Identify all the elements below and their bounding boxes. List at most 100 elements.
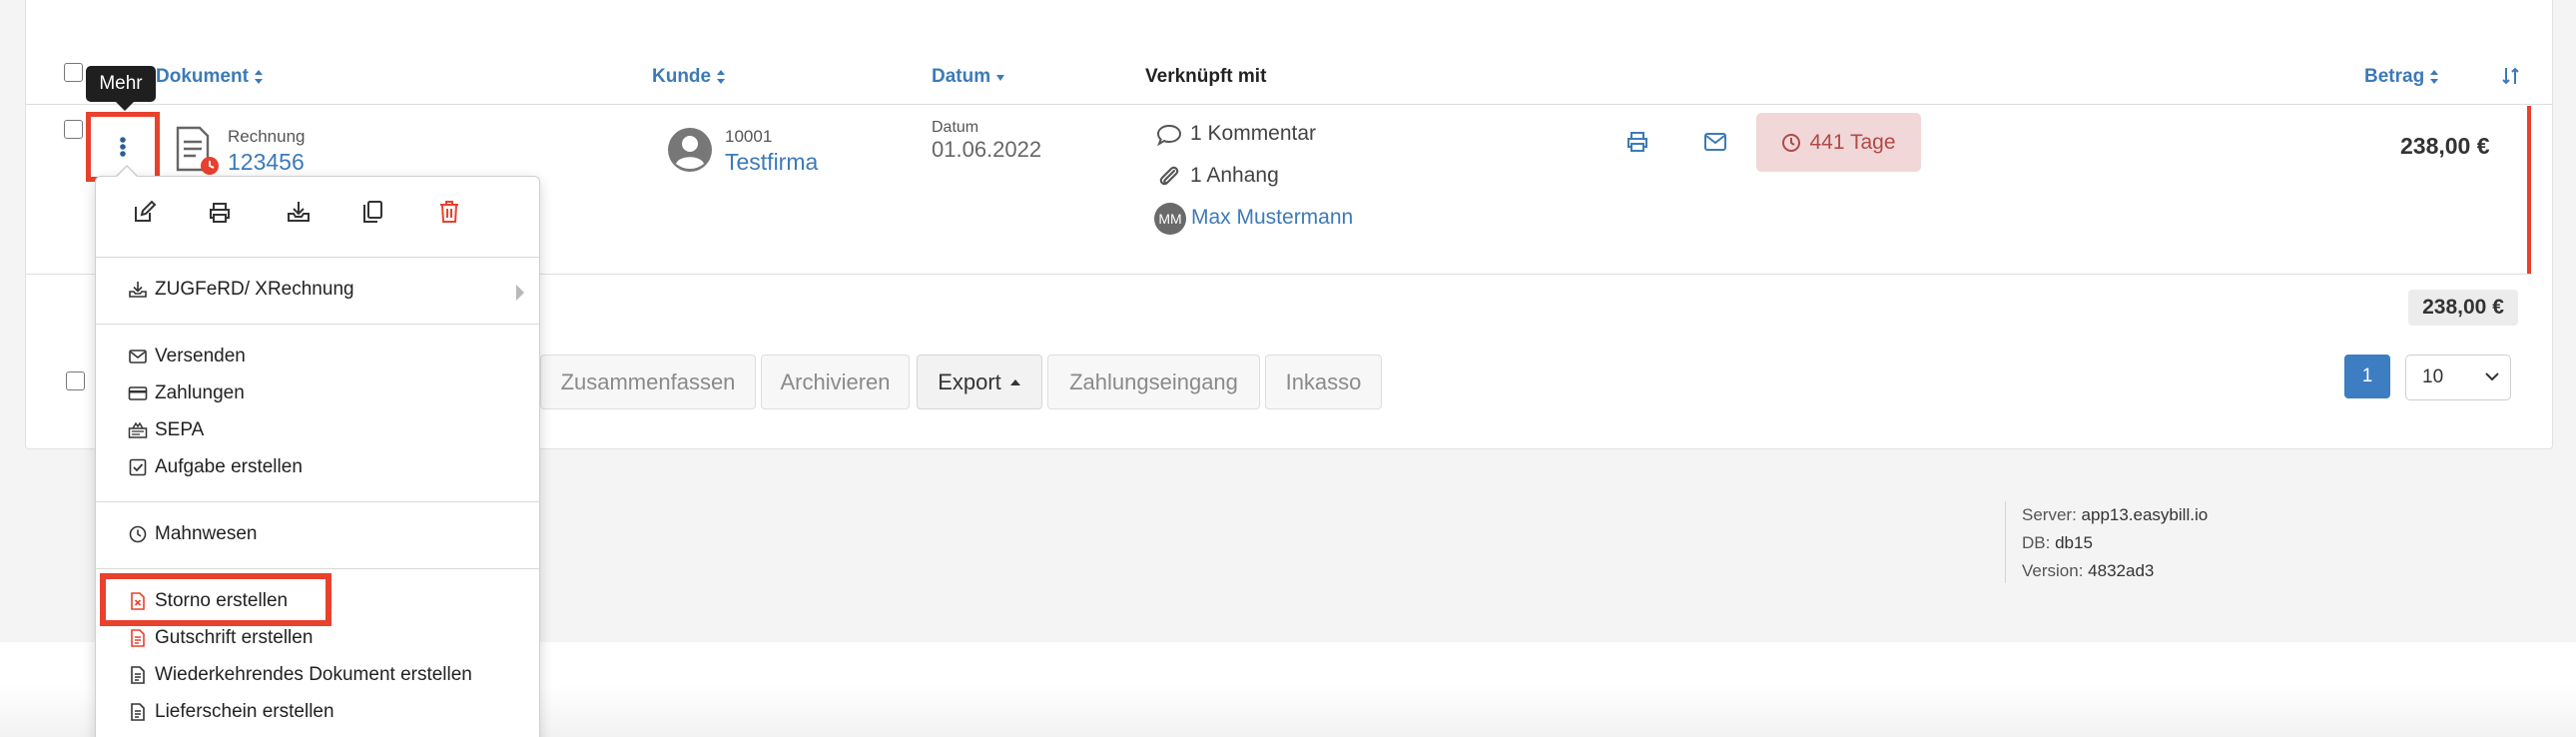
checkbox-checked-icon <box>129 458 147 476</box>
mail-icon[interactable] <box>1703 131 1727 153</box>
payment-received-label: Zahlungseingang <box>1069 368 1238 394</box>
menu-divider <box>96 324 539 325</box>
row-checkbox[interactable] <box>64 120 83 139</box>
export-button[interactable]: Export <box>917 355 1042 409</box>
print-icon[interactable] <box>208 201 232 225</box>
mail-icon <box>129 350 147 364</box>
bulk-select-checkbox[interactable] <box>66 371 85 390</box>
header-document[interactable]: Dokument <box>156 66 264 88</box>
menu-item-label: Wiederkehrendes Dokument erstellen <box>155 664 472 685</box>
db-label: DB: <box>2022 533 2051 552</box>
header-amount[interactable]: Betrag <box>2364 66 2439 88</box>
menu-item-label: Aufgabe erstellen <box>155 456 303 477</box>
header-date[interactable]: Datum <box>932 66 1005 88</box>
server-value: app13.easybill.io <box>2081 505 2209 524</box>
menu-item-sepa[interactable]: SEPA <box>128 415 204 445</box>
row-amount: 238,00 € <box>2400 133 2490 159</box>
menu-item-create-recurring[interactable]: Wiederkehrendes Dokument erstellen <box>128 660 472 690</box>
menu-item-label: Versenden <box>155 346 246 367</box>
storno-highlight-frame <box>100 573 331 626</box>
menu-item-label: ZUGFeRD/ XRechnung <box>155 279 354 300</box>
pagination-page-1[interactable]: 1 <box>2344 355 2390 398</box>
customer-name-link[interactable]: Testfirma <box>725 149 818 176</box>
print-icon[interactable] <box>1625 130 1649 154</box>
header-customer[interactable]: Kunde <box>652 66 726 88</box>
menu-item-payments[interactable]: Zahlungen <box>128 378 245 408</box>
archive-button[interactable]: Archivieren <box>761 355 910 409</box>
merge-button[interactable]: Zusammenfassen <box>540 355 756 409</box>
collection-label: Inkasso <box>1285 368 1362 394</box>
attachments-link[interactable]: 1 Anhang <box>1190 164 1279 188</box>
menu-item-zugferd[interactable]: ZUGFeRD/ XRechnung <box>128 275 354 305</box>
overdue-days-text: 441 Tage <box>1809 130 1896 154</box>
header-amount-label: Betrag <box>2364 66 2425 87</box>
date-label: Datum <box>932 119 979 136</box>
payment-received-button[interactable]: Zahlungseingang <box>1047 355 1260 409</box>
paperclip-icon <box>1159 166 1179 186</box>
menu-item-create-delivery-note[interactable]: Lieferschein erstellen <box>128 697 334 727</box>
collection-button[interactable]: Inkasso <box>1265 355 1382 409</box>
sort-icon <box>2430 70 2439 84</box>
customer-number: 10001 <box>725 127 773 146</box>
menu-item-label: SEPA <box>155 419 205 440</box>
total-amount-text: 238,00 € <box>2422 296 2504 319</box>
credit-card-icon <box>128 386 148 400</box>
select-all-checkbox[interactable] <box>64 63 83 82</box>
menu-item-create-task[interactable]: Aufgabe erstellen <box>128 452 303 482</box>
sort-desc-icon <box>996 75 1005 81</box>
per-page-select[interactable]: 10 <box>2405 355 2511 400</box>
page-number: 1 <box>2361 366 2373 386</box>
document-number-link[interactable]: 123456 <box>228 149 305 176</box>
header-date-label: Datum <box>932 66 991 87</box>
more-actions-menu: ZUGFeRD/ XRechnung Versenden Zahlungen S… <box>95 167 540 737</box>
clock-icon <box>1782 133 1801 152</box>
download-icon[interactable] <box>286 199 312 225</box>
submenu-arrow-icon <box>516 285 524 301</box>
menu-divider <box>96 568 539 569</box>
credit-note-icon <box>131 629 145 647</box>
vertical-dots-icon <box>120 137 126 157</box>
edit-icon[interactable] <box>132 199 158 225</box>
tooltip-text: Mehr <box>99 73 143 94</box>
menu-caret-fill <box>116 167 138 178</box>
archive-label: Archivieren <box>780 368 891 394</box>
assignee-avatar: MM <box>1154 203 1186 235</box>
header-divider <box>26 104 2552 105</box>
overdue-days-badge[interactable]: 441 Tage <box>1756 113 1921 172</box>
copy-icon[interactable] <box>360 199 384 225</box>
server-info: Server: app13.easybill.io DB: db15 Versi… <box>2005 501 2208 583</box>
menu-item-label: Lieferschein erstellen <box>155 701 334 722</box>
assignee-link[interactable]: Max Mustermann <box>1191 206 1353 230</box>
menu-item-label: Zahlungen <box>155 382 245 403</box>
more-tooltip: Mehr <box>86 66 156 111</box>
document-type: Rechnung <box>228 127 306 146</box>
version-value: 4832ad3 <box>2088 561 2155 580</box>
sort-icon <box>254 70 263 84</box>
version-label: Version: <box>2022 561 2084 580</box>
caret-up-icon <box>1009 378 1020 385</box>
menu-item-label: Gutschrift erstellen <box>155 627 314 648</box>
menu-item-dunning[interactable]: Mahnwesen <box>128 519 257 549</box>
customer-avatar-icon <box>668 128 712 172</box>
menu-divider <box>96 501 539 502</box>
overdue-indicator <box>2527 106 2531 274</box>
menu-item-label: Mahnwesen <box>155 523 258 544</box>
download-icon <box>129 282 147 298</box>
chevron-down-icon <box>2485 372 2499 381</box>
per-page-value: 10 <box>2422 367 2444 387</box>
header-linked: Verknüpft mit <box>1145 66 1266 88</box>
header-document-label: Dokument <box>156 66 249 87</box>
comments-link[interactable]: 1 Kommentar <box>1190 122 1316 146</box>
server-label: Server: <box>2022 505 2077 524</box>
sort-icon <box>717 70 726 84</box>
db-value: db15 <box>2055 533 2093 552</box>
merge-label: Zusammenfassen <box>560 368 736 394</box>
sort-order-icon[interactable] <box>2501 66 2521 86</box>
menu-item-create-credit-note[interactable]: Gutschrift erstellen <box>128 623 313 653</box>
menu-item-send[interactable]: Versenden <box>128 342 246 371</box>
document-icon <box>131 703 145 721</box>
comment-icon <box>1156 124 1182 147</box>
header-linked-label: Verknüpft mit <box>1145 66 1267 87</box>
trash-icon[interactable] <box>438 199 460 225</box>
total-amount: 238,00 € <box>2408 290 2518 326</box>
